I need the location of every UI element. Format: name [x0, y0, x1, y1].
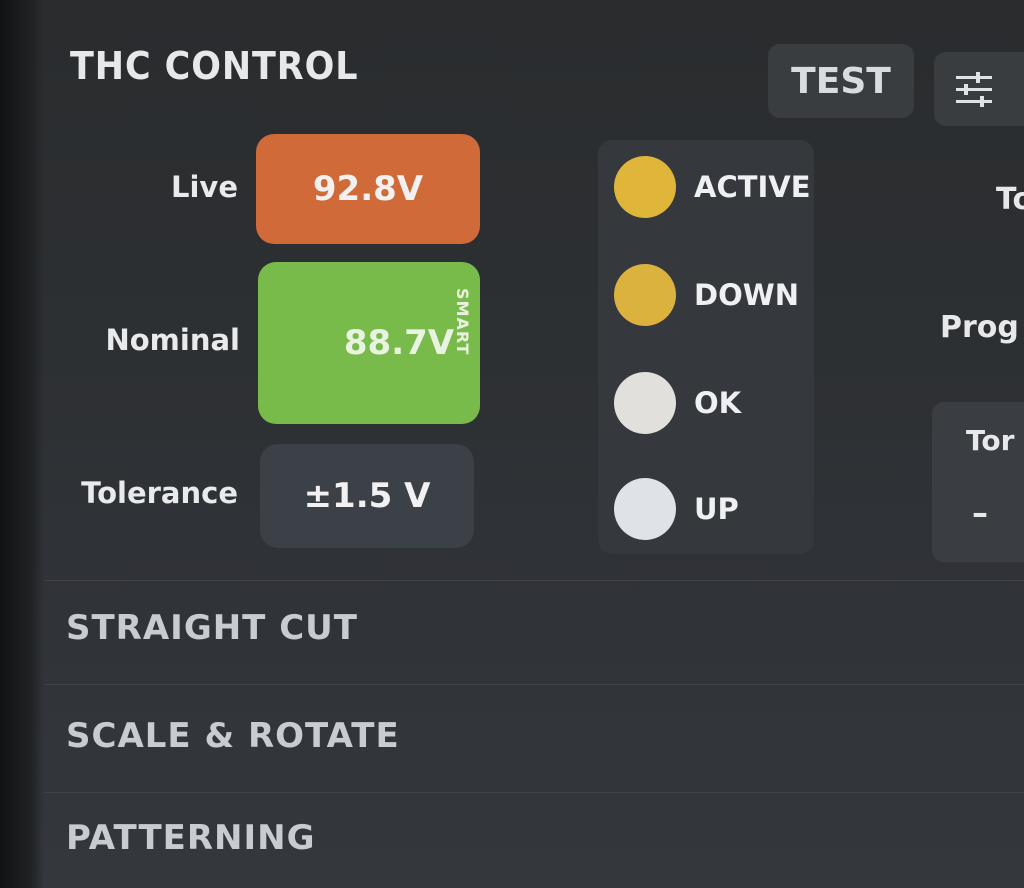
right-label-prog: Prog [940, 310, 1019, 345]
section-straight-cut[interactable]: STRAIGHT CUT [66, 608, 358, 648]
ok-lamp-icon [614, 372, 676, 434]
sliders-icon [956, 72, 992, 107]
section-divider [44, 792, 1024, 793]
nominal-voltage-button[interactable]: 88.7V SMART [258, 262, 480, 424]
indicator-label: OK [694, 386, 742, 420]
live-voltage-display: 92.8V [256, 134, 480, 244]
indicator-label: DOWN [694, 278, 799, 312]
live-voltage-value: 92.8V [312, 169, 424, 209]
test-button[interactable]: TEST [768, 44, 914, 118]
active-lamp-icon [614, 156, 676, 218]
screen: THC CONTROL TEST Live 92.8V Nominal 88.7… [0, 0, 1024, 888]
indicator-down: DOWN [614, 264, 799, 326]
indicator-label: ACTIVE [694, 170, 811, 204]
indicator-label: UP [694, 492, 739, 526]
up-lamp-icon [614, 478, 676, 540]
settings-button[interactable] [934, 52, 1024, 126]
minus-button[interactable]: – [972, 494, 988, 532]
nominal-label: Nominal [105, 323, 240, 357]
tolerance-display[interactable]: ±1.5 V [260, 444, 474, 548]
tolerance-value: ±1.5 V [303, 476, 431, 516]
thc-control-title: THC CONTROL [70, 44, 359, 88]
section-patterning[interactable]: PATTERNING [66, 818, 316, 858]
indicator-up: UP [614, 478, 739, 540]
down-lamp-icon [614, 264, 676, 326]
torch-panel: Tor – [932, 402, 1024, 562]
section-scale-rotate[interactable]: SCALE & ROTATE [66, 716, 400, 756]
tolerance-label: Tolerance [81, 476, 238, 510]
status-indicator-panel: ACTIVE DOWN OK UP [598, 140, 814, 554]
torch-label: Tor [966, 424, 1015, 457]
section-divider [44, 684, 1024, 685]
nominal-voltage-value: 88.7V [343, 323, 455, 363]
section-divider [44, 580, 1024, 581]
right-label-to: To [996, 182, 1024, 217]
monitor-bezel [0, 0, 44, 888]
smart-tag: SMART [453, 288, 472, 356]
indicator-ok: OK [614, 372, 741, 434]
indicator-active: ACTIVE [614, 156, 811, 218]
live-label: Live [171, 170, 238, 204]
